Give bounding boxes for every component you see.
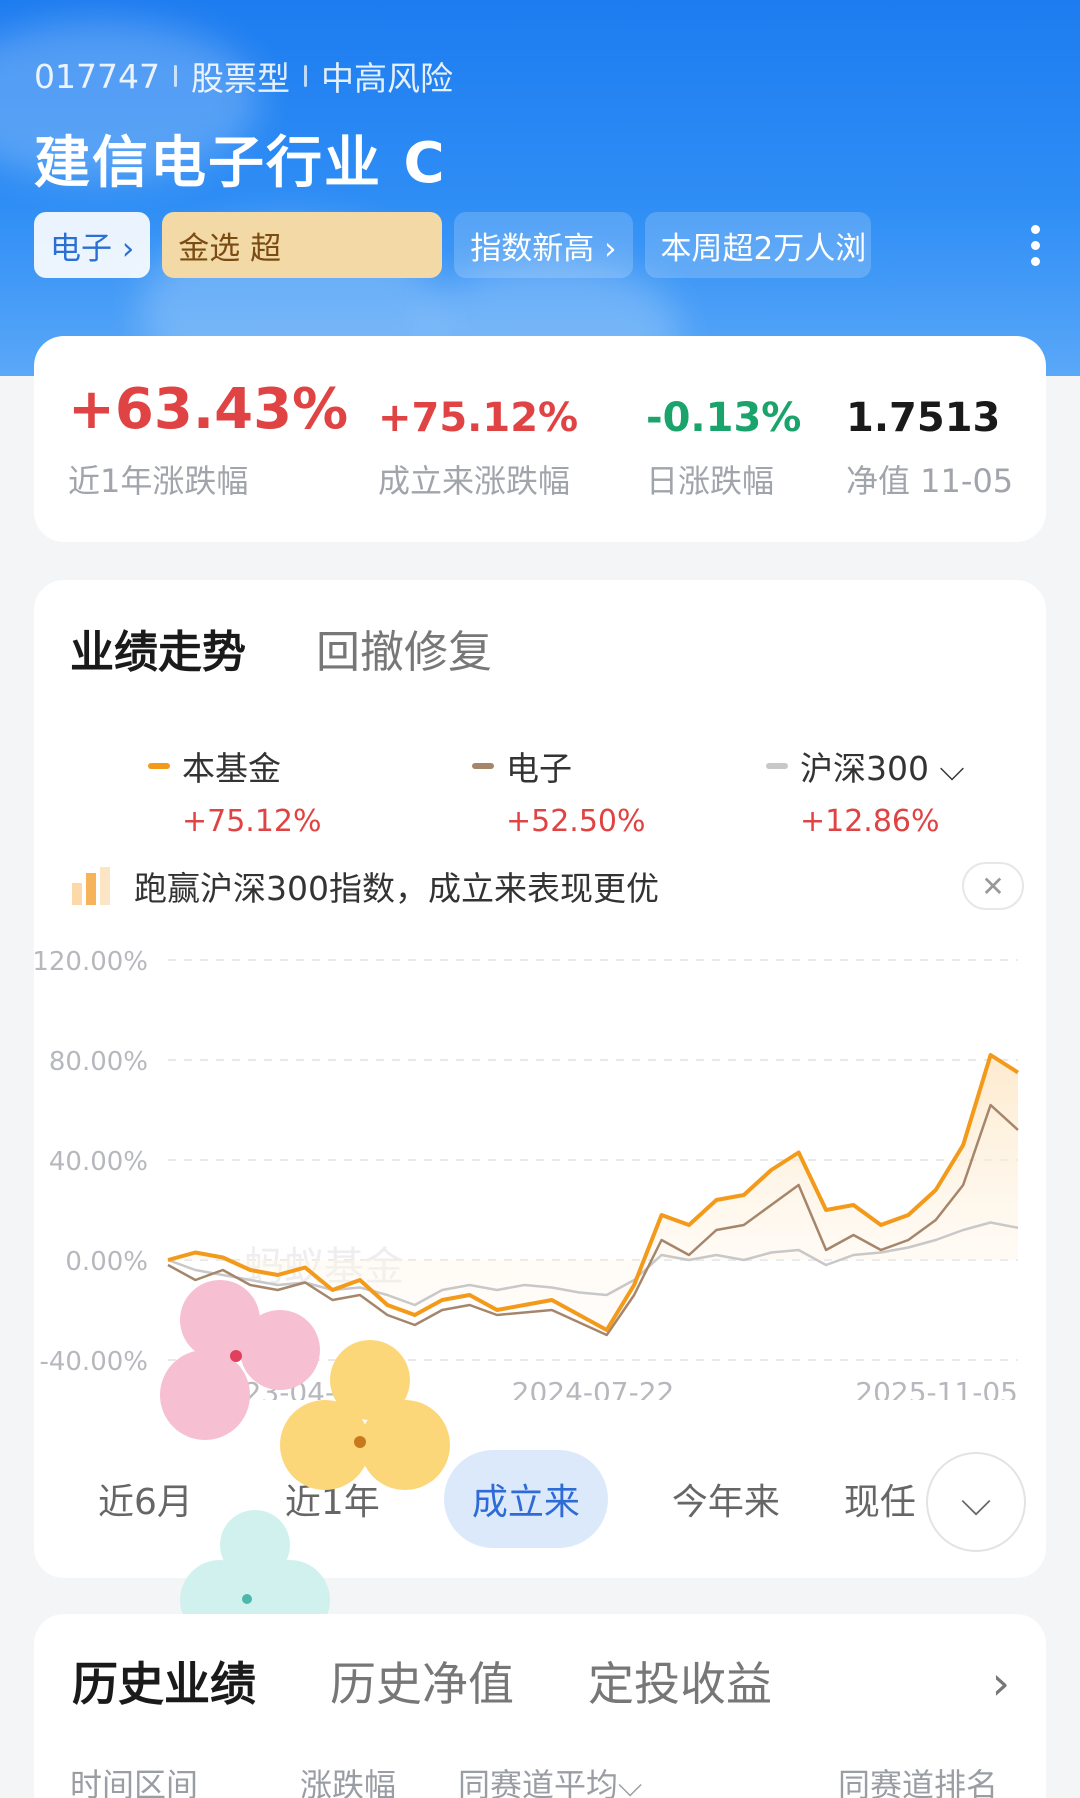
y-tick-label: 40.00% bbox=[49, 1147, 148, 1177]
fund-risk: 中高风险 bbox=[320, 59, 453, 98]
stat-value: -0.13% bbox=[646, 395, 802, 441]
col-peer-rank: 同赛道排名 bbox=[838, 1766, 999, 1798]
divider bbox=[173, 65, 177, 87]
tab-drawdown-recovery[interactable]: 回撤修复 bbox=[316, 616, 492, 680]
divider bbox=[303, 65, 307, 87]
tab-performance-trend[interactable]: 业绩走势 bbox=[70, 616, 246, 680]
tag-index-high[interactable]: 指数新高 › bbox=[454, 212, 633, 278]
close-icon[interactable]: ✕ bbox=[962, 862, 1024, 910]
fund-header: 017747 股票型 中高风险 建信电子行业 C 电子 › 金选 超 指数新高 … bbox=[0, 0, 1080, 376]
chevron-down-icon[interactable]: ⌵ bbox=[926, 1452, 1026, 1552]
x-tick-label: 2024-07-22 bbox=[512, 1376, 675, 1400]
legend-pct: +52.50% bbox=[506, 804, 646, 839]
history-columns: 时间区间 涨跌幅 同赛道平均⌵ 同赛道排名 bbox=[70, 1760, 1010, 1798]
tab-history-nav[interactable]: 历史净值 bbox=[330, 1648, 514, 1714]
tab-sip-returns[interactable]: 定投收益 bbox=[588, 1648, 772, 1714]
stats-card: +63.43% 近1年涨跌幅 +75.12% 成立来涨跌幅 -0.13% 日涨跌… bbox=[34, 336, 1046, 542]
stat-label: 成立来涨跌幅 bbox=[378, 462, 571, 500]
y-tick-label: -40.00% bbox=[39, 1347, 148, 1377]
stat-value: 1.7513 bbox=[846, 395, 1001, 441]
chevron-right-icon[interactable]: › bbox=[992, 1656, 1010, 1710]
stat-value: +63.43% bbox=[68, 377, 349, 442]
legend-pct: +12.86% bbox=[800, 804, 940, 839]
legend-pct: +75.12% bbox=[182, 804, 322, 839]
legend-fund[interactable]: 本基金 +75.12% bbox=[148, 742, 322, 839]
range-current-manager[interactable]: 现任 bbox=[844, 1450, 924, 1548]
more-icon[interactable] bbox=[1031, 225, 1040, 266]
fund-meta: 017747 股票型 中高风险 bbox=[34, 52, 453, 100]
history-tabs: 历史业绩 历史净值 定投收益 bbox=[72, 1648, 772, 1714]
fund-code: 017747 bbox=[34, 56, 160, 96]
tag-row: 电子 › 金选 超 指数新高 › 本周超2万人浏 bbox=[34, 212, 871, 278]
outperform-banner: 跑赢沪深300指数，成立来表现更优 bbox=[70, 862, 659, 910]
history-card: 历史业绩 历史净值 定投收益 › 时间区间 涨跌幅 同赛道平均⌵ 同赛道排名 bbox=[34, 1614, 1046, 1798]
legend-name: 电子 bbox=[506, 749, 572, 788]
tag-gold-select[interactable]: 金选 超 bbox=[162, 212, 443, 278]
stat-value: +75.12% bbox=[378, 395, 579, 441]
legend-name: 本基金 bbox=[182, 749, 281, 788]
tag-sector[interactable]: 电子 › bbox=[34, 212, 151, 278]
y-tick-label: 0.00% bbox=[65, 1247, 148, 1277]
fund-name: 建信电子行业 C bbox=[34, 131, 447, 196]
stat-daily: -0.13% 日涨跌幅 bbox=[646, 398, 801, 502]
stat-label: 净值 11-05 bbox=[846, 462, 1014, 500]
legend-sector[interactable]: 电子 +52.50% bbox=[472, 742, 646, 839]
banner-text: 跑赢沪深300指数，成立来表现更优 bbox=[134, 869, 659, 908]
stat-label: 日涨跌幅 bbox=[646, 462, 775, 500]
legend-swatch bbox=[472, 763, 494, 769]
legend-benchmark[interactable]: 沪深300 ⌵ +12.86% bbox=[766, 742, 965, 839]
y-tick-label: 120.00% bbox=[34, 947, 148, 977]
tab-history-performance[interactable]: 历史业绩 bbox=[72, 1648, 256, 1714]
tag-weekly-viewers[interactable]: 本周超2万人浏 bbox=[644, 212, 871, 278]
legend-swatch bbox=[766, 763, 788, 769]
y-tick-label: 80.00% bbox=[49, 1047, 148, 1077]
x-tick-label: 2025-11-05 bbox=[855, 1376, 1018, 1400]
legend-swatch bbox=[148, 763, 170, 769]
stat-label: 近1年涨跌幅 bbox=[68, 462, 249, 500]
stat-1y: +63.43% 近1年涨跌幅 bbox=[68, 382, 348, 502]
range-ytd[interactable]: 今年来 bbox=[644, 1450, 808, 1548]
col-period: 时间区间 bbox=[70, 1766, 199, 1798]
stat-nav: 1.7513 净值 11-05 bbox=[846, 398, 1013, 502]
performance-tabs: 业绩走势 回撤修复 bbox=[70, 616, 492, 680]
trophy-icon bbox=[72, 867, 110, 905]
flower-sticker-yellow bbox=[280, 1340, 450, 1500]
stat-since-inception: +75.12% 成立来涨跌幅 bbox=[378, 398, 578, 502]
legend-name: 沪深300 ⌵ bbox=[800, 749, 965, 788]
fund-type: 股票型 bbox=[190, 59, 290, 98]
range-since-inception[interactable]: 成立来 bbox=[443, 1450, 608, 1548]
col-change: 涨跌幅 bbox=[300, 1766, 397, 1798]
col-peer-average[interactable]: 同赛道平均⌵ bbox=[458, 1760, 838, 1798]
